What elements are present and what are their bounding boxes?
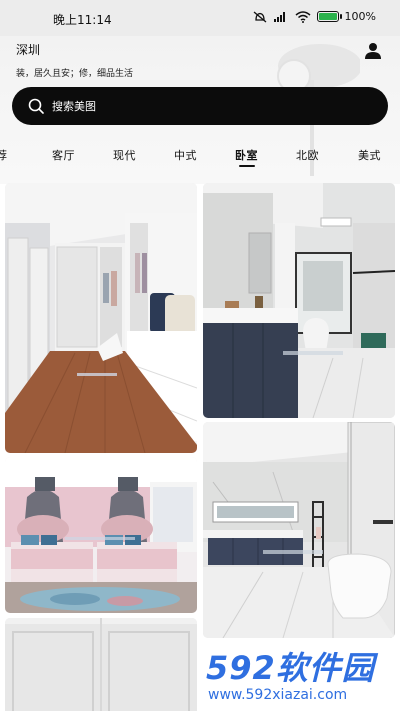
slogan: 装，居久且安；修，细品生活 xyxy=(16,69,134,79)
search-bar[interactable]: 搜索美图 xyxy=(12,87,388,125)
gallery-item-bathroom-vanity[interactable] xyxy=(203,183,395,418)
tab-bedroom[interactable]: 卧室 xyxy=(235,147,258,163)
city-selector[interactable]: 深圳 xyxy=(16,41,40,58)
tab-modern[interactable]: 现代 xyxy=(113,147,136,163)
mute-icon xyxy=(253,11,266,22)
status-time: 晚上11:14 xyxy=(53,13,112,27)
signal-icon xyxy=(273,11,285,22)
tab-chinese[interactable]: 中式 xyxy=(174,147,197,163)
status-bar: 晚上11:14 100% xyxy=(0,0,400,36)
category-tabs: 荐 客厅 现代 中式 卧室 北欧 美式 xyxy=(0,144,400,168)
header: 深圳 装，居久且安；修，细品生活 搜索美图 荐 客厅 现代 中式 卧室 北欧 美… xyxy=(0,36,400,184)
watermark-url: www.592xiazai.com xyxy=(208,687,348,703)
watermark-logo: 592软件园 xyxy=(206,643,375,689)
gallery-item-walk-in-closet[interactable] xyxy=(5,183,197,453)
tab-recommend[interactable]: 荐 xyxy=(0,147,8,163)
watermark-logo-num: 592 xyxy=(206,649,276,687)
gallery-item-white-wall-panel[interactable] xyxy=(5,618,197,711)
watermark: 592软件园 www.592xiazai.com xyxy=(198,639,400,711)
bathroom-toilet-image xyxy=(203,422,395,638)
wall-panel-image xyxy=(5,618,197,711)
bedroom-image xyxy=(5,457,197,613)
tab-nordic[interactable]: 北欧 xyxy=(296,147,319,163)
user-icon[interactable] xyxy=(364,42,382,60)
tab-living-room[interactable]: 客厅 xyxy=(52,147,75,163)
wifi-icon xyxy=(295,10,311,23)
status-icons: 100% xyxy=(253,10,376,23)
watermark-logo-cn: 软件园 xyxy=(275,649,375,687)
gallery-item-bedroom-twin-beds[interactable] xyxy=(5,457,197,613)
battery-level: 100% xyxy=(344,10,376,23)
active-tab-indicator xyxy=(239,165,255,167)
bathroom-vanity-image xyxy=(203,183,395,418)
battery-icon xyxy=(316,11,342,22)
search-placeholder: 搜索美图 xyxy=(52,100,96,113)
search-icon xyxy=(28,98,44,114)
gallery-item-bathroom-toilet[interactable] xyxy=(203,422,395,638)
closet-image xyxy=(5,183,197,453)
tab-american[interactable]: 美式 xyxy=(358,147,381,163)
